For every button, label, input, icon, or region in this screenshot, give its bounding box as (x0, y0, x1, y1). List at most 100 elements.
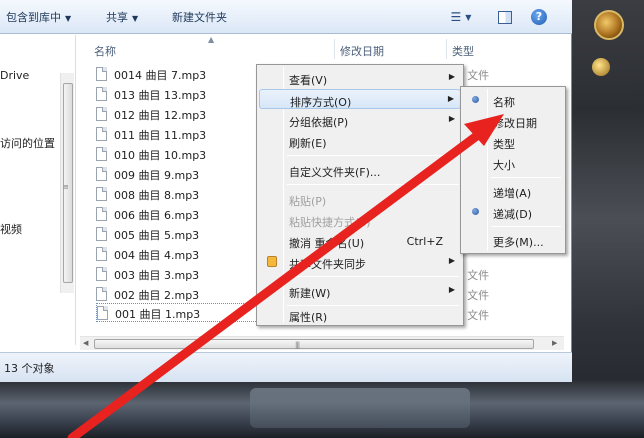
status-bar: 13 个对象 (0, 352, 572, 382)
menu-item-sort-by[interactable]: 排序方式(O) ▶ (259, 89, 461, 109)
column-header-date-modified[interactable]: 修改日期 (340, 43, 384, 59)
menu-separator (491, 177, 561, 178)
file-name: 009 曲目 9.mp3 (114, 169, 200, 182)
menu-item-label: 排序方式(O) (290, 96, 352, 109)
nav-item-drive[interactable]: Drive (0, 69, 29, 82)
horizontal-scrollbar-thumb[interactable]: ||| (94, 339, 534, 349)
chevron-down-icon: ▼ (465, 12, 472, 22)
file-icon (96, 247, 107, 261)
sort-option-date-modified[interactable]: 修改日期 (463, 111, 563, 131)
nav-scrollbar[interactable]: ≡ (60, 73, 74, 293)
file-icon (96, 87, 107, 101)
sort-option-name[interactable]: 名称 (463, 90, 563, 110)
scroll-left-icon[interactable]: ◀ (83, 339, 88, 347)
menu-item-paste-shortcut[interactable]: 粘贴快捷方式(S) (259, 210, 461, 230)
file-icon (96, 167, 107, 181)
file-name: 0014 曲目 7.mp3 (114, 69, 207, 82)
file-name: 004 曲目 4.mp3 (114, 249, 200, 262)
horizontal-scrollbar[interactable]: ◀ ||| ▶ (80, 336, 564, 350)
menu-item-label: 自定义文件夹(F)... (289, 166, 381, 179)
menu-item-shortcut: Ctrl+Z (406, 235, 443, 248)
sort-option-ascending[interactable]: 递增(A) (463, 181, 563, 201)
share-label: 共享 (106, 11, 128, 24)
column-separator[interactable] (446, 39, 447, 59)
change-view-button[interactable]: ☰ ▼ (446, 8, 476, 26)
menu-item-share-sync[interactable]: 共享文件夹同步 ▶ (259, 252, 461, 272)
help-icon: ? (531, 9, 547, 25)
new-folder-button[interactable]: 新建文件夹 (172, 9, 227, 25)
menu-item-label: 新建(W) (289, 287, 331, 300)
background-game-scene-bottom (0, 380, 644, 438)
sort-option-size[interactable]: 大小 (463, 153, 563, 173)
menu-item-label: 递增(A) (493, 187, 532, 200)
menu-item-properties[interactable]: 属性(R) (259, 305, 461, 325)
menu-item-label: 类型 (493, 138, 515, 151)
sort-option-type[interactable]: 类型 (463, 132, 563, 152)
menu-item-label: 大小 (493, 159, 515, 172)
preview-pane-icon (498, 10, 512, 24)
submenu-arrow-icon: ▶ (448, 72, 455, 81)
menu-item-label: 名称 (493, 96, 515, 109)
menu-item-undo-rename[interactable]: 撤消 重命名(U) Ctrl+Z (259, 231, 461, 251)
menu-separator (287, 276, 459, 277)
nav-item-recent-places[interactable]: 访问的位置 (0, 135, 55, 151)
nav-item-videos[interactable]: 视频 (0, 221, 22, 237)
sort-option-descending[interactable]: 递减(D) (463, 202, 563, 222)
menu-separator (491, 226, 561, 227)
include-in-library-label: 包含到库中 (6, 11, 61, 24)
view-list-icon: ☰ (450, 10, 462, 24)
item-count: 13 个对象 (4, 362, 55, 375)
menu-item-label: 查看(V) (289, 74, 328, 87)
game-orb-icon (594, 10, 624, 40)
menu-item-label: 共享文件夹同步 (289, 258, 366, 271)
file-name: 013 曲目 13.mp3 (114, 89, 207, 102)
menu-item-label: 撤消 重命名(U) (289, 237, 365, 250)
file-icon (96, 147, 107, 161)
column-separator[interactable] (334, 39, 335, 59)
sort-caret-up-icon: ▲ (208, 35, 215, 44)
menu-item-new[interactable]: 新建(W) ▶ (259, 281, 461, 301)
file-name: 012 曲目 12.mp3 (114, 109, 207, 122)
menu-item-label: 修改日期 (493, 117, 537, 130)
radio-bullet-icon (472, 208, 479, 215)
file-name: 002 曲目 2.mp3 (114, 289, 200, 302)
scroll-right-icon[interactable]: ▶ (552, 339, 557, 347)
new-folder-label: 新建文件夹 (172, 11, 227, 24)
scroll-grip-icon: ≡ (63, 183, 69, 191)
file-name: 010 曲目 10.mp3 (114, 149, 207, 162)
file-name: 011 曲目 11.mp3 (114, 129, 207, 142)
sort-submenu: 名称 修改日期 类型 大小 递增(A) 递减(D) 更多(M)... (460, 86, 566, 254)
submenu-arrow-icon: ▶ (447, 94, 454, 103)
include-in-library-button[interactable]: 包含到库中 ▼ (6, 9, 71, 25)
chevron-down-icon: ▼ (132, 14, 139, 23)
background-game-scene-right (560, 0, 644, 438)
file-name: 006 曲目 6.mp3 (114, 209, 200, 222)
column-header-type[interactable]: 类型 (452, 43, 474, 59)
menu-item-refresh[interactable]: 刷新(E) (259, 131, 461, 151)
menu-item-label: 粘贴快捷方式(S) (289, 216, 371, 229)
help-button[interactable]: ? (530, 8, 548, 26)
file-icon (97, 306, 108, 320)
menu-item-label: 刷新(E) (289, 137, 327, 150)
menu-item-paste[interactable]: 粘贴(P) (259, 189, 461, 209)
submenu-arrow-icon: ▶ (448, 285, 455, 294)
column-header-name[interactable]: 名称 (94, 43, 116, 59)
shared-folder-sync-icon (267, 256, 277, 267)
menu-separator (287, 184, 459, 185)
file-name: 003 曲目 3.mp3 (114, 269, 200, 282)
menu-item-group-by[interactable]: 分组依据(P) ▶ (259, 110, 461, 130)
preview-pane-button[interactable] (496, 8, 514, 26)
context-menu: 查看(V) ▶ 排序方式(O) ▶ 分组依据(P) ▶ 刷新(E) 自定义文件夹(F)… (256, 64, 464, 326)
file-name: 001 曲目 1.mp3 (115, 308, 201, 321)
submenu-arrow-icon: ▶ (448, 256, 455, 265)
menu-item-label: 属性(R) (289, 311, 328, 324)
navigation-pane: Drive 访问的位置 视频 ≡ (0, 35, 76, 345)
share-button[interactable]: 共享 ▼ (106, 9, 138, 25)
menu-item-view[interactable]: 查看(V) ▶ (259, 68, 461, 88)
scroll-grip-icon: ||| (295, 341, 300, 349)
menu-item-customize-folder[interactable]: 自定义文件夹(F)... (259, 160, 461, 180)
command-bar: 包含到库中 ▼ 共享 ▼ 新建文件夹 ☰ ▼ ? (0, 0, 572, 34)
sort-option-more[interactable]: 更多(M)... (463, 230, 563, 250)
submenu-arrow-icon: ▶ (448, 114, 455, 123)
menu-separator (287, 155, 459, 156)
